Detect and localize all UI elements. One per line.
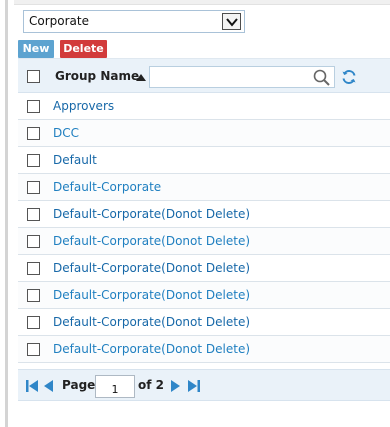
group-name-link[interactable]: Default-Corporate(Donot Delete) (53, 315, 250, 329)
grid-body: Approvers DCC Default Default-Corporate … (18, 93, 390, 363)
group-name-filter-input[interactable] (153, 69, 308, 85)
dropdown-arrow-button[interactable] (222, 13, 241, 30)
first-page-icon[interactable] (25, 380, 39, 392)
page-total-label: of 2 (138, 378, 164, 392)
panel-top-strip (14, 0, 390, 5)
table-row: DCC (18, 120, 390, 147)
group-name-link[interactable]: Default (53, 153, 97, 167)
group-type-select-value: Corporate (29, 14, 89, 28)
delete-button[interactable]: Delete (60, 40, 107, 58)
table-row: Approvers (18, 93, 390, 120)
page-number-input[interactable]: 1 (95, 375, 135, 398)
search-icon[interactable] (313, 69, 331, 86)
row-checkbox[interactable] (27, 289, 40, 302)
table-row: Default-Corporate(Donot Delete) (18, 255, 390, 282)
group-name-link[interactable]: Default-Corporate(Donot Delete) (53, 234, 250, 248)
group-name-link[interactable]: Default-Corporate(Donot Delete) (53, 261, 250, 275)
refresh-icon[interactable] (341, 69, 357, 85)
row-checkbox[interactable] (27, 127, 40, 140)
group-name-link[interactable]: Default-Corporate(Donot Delete) (53, 342, 250, 356)
row-checkbox[interactable] (27, 343, 40, 356)
row-checkbox[interactable] (27, 316, 40, 329)
row-checkbox[interactable] (27, 154, 40, 167)
groups-grid: Group Name Approvers DCC Default Default… (18, 58, 390, 363)
group-name-link[interactable]: Default-Corporate(Donot Delete) (53, 288, 250, 302)
chevron-down-icon (226, 18, 238, 27)
column-header-group-name[interactable]: Group Name (55, 69, 139, 83)
table-row: Default-Corporate(Donot Delete) (18, 282, 390, 309)
group-name-link[interactable]: Default-Corporate(Donot Delete) (53, 207, 250, 221)
group-name-link[interactable]: Approvers (53, 99, 114, 113)
table-row: Default-Corporate(Donot Delete) (18, 228, 390, 255)
select-all-checkbox[interactable] (27, 70, 40, 83)
row-checkbox[interactable] (27, 262, 40, 275)
new-button[interactable]: New (18, 40, 54, 58)
last-page-icon[interactable] (187, 380, 201, 392)
previous-page-icon[interactable] (44, 380, 54, 392)
page-label: Page (62, 378, 96, 392)
next-page-icon[interactable] (170, 380, 180, 392)
row-checkbox[interactable] (27, 181, 40, 194)
table-row: Default-Corporate (18, 174, 390, 201)
table-row: Default-Corporate(Donot Delete) (18, 336, 390, 363)
pagination-bar: Page 1 of 2 (18, 369, 390, 401)
table-row: Default-Corporate(Donot Delete) (18, 309, 390, 336)
row-checkbox[interactable] (27, 208, 40, 221)
group-name-link[interactable]: DCC (53, 126, 79, 140)
table-row: Default-Corporate(Donot Delete) (18, 201, 390, 228)
row-checkbox[interactable] (27, 100, 40, 113)
group-name-link[interactable]: Default-Corporate (53, 180, 161, 194)
groups-panel: Corporate New Delete Group Name Approver… (14, 0, 390, 410)
group-type-select[interactable]: Corporate (23, 10, 245, 33)
table-row: Default (18, 147, 390, 174)
row-checkbox[interactable] (27, 235, 40, 248)
sort-ascending-icon[interactable] (136, 74, 146, 81)
left-border (5, 0, 8, 427)
group-name-filter (149, 66, 335, 88)
grid-header: Group Name (18, 59, 390, 93)
